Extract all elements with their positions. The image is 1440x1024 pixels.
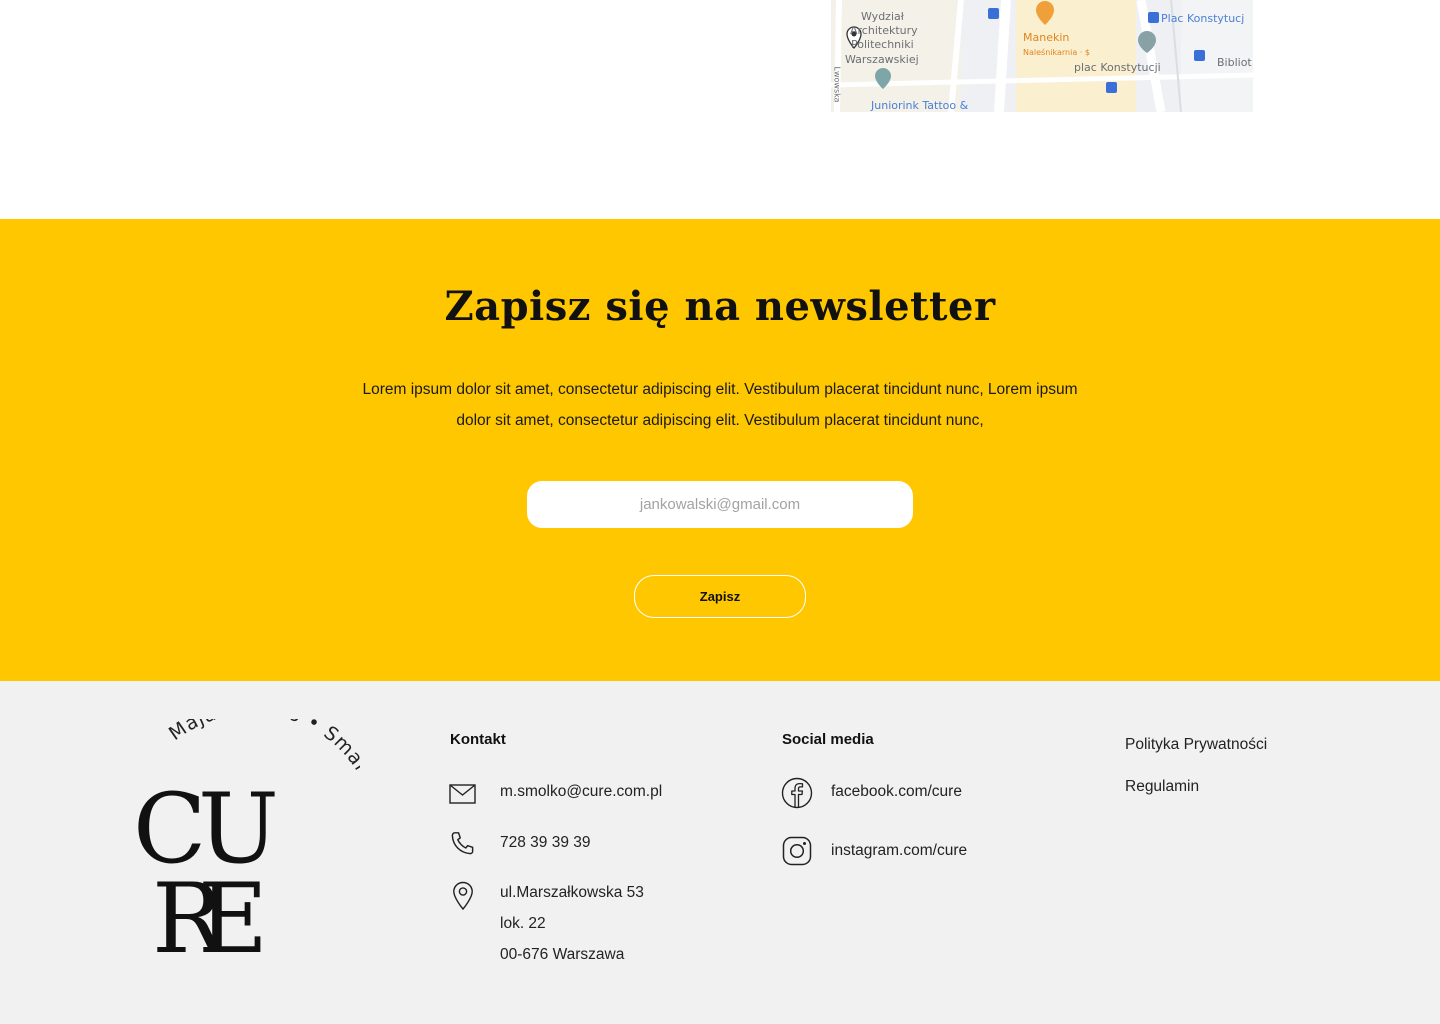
newsletter-title: Zapisz się na newsletter (444, 283, 996, 330)
phone-icon (451, 832, 474, 855)
map-label: Naleśnikarnia · $ (1023, 48, 1090, 57)
contact-address-line: ul.Marszałkowska 53 (500, 884, 644, 901)
subscribe-button[interactable]: Zapisz (634, 575, 806, 618)
contact-phone: 728 39 39 39 (500, 834, 591, 851)
contact-address-line: 00-676 Warszawa (500, 946, 625, 963)
map-label: Juniorink Tattoo & (871, 99, 969, 112)
contact-address-line: lok. 22 (500, 915, 546, 932)
facebook-icon (781, 777, 813, 809)
mail-icon (449, 784, 476, 804)
newsletter-description: Lorem ipsum dolor sit amet, consectetur … (362, 381, 1078, 429)
contact-email-link[interactable]: m.smolko@cure.com.pl (500, 783, 662, 801)
map-label: Politechniki (851, 38, 914, 51)
instagram-icon (782, 836, 812, 866)
contact-title: Kontakt (450, 731, 506, 748)
map-label: Warszawskiej (845, 53, 919, 66)
logo-mark: Maja Smółko • Smart Aging C U R E (133, 696, 392, 975)
map-label: Architektury (850, 24, 918, 37)
privacy-policy-link[interactable]: Polityka Prywatności (1125, 736, 1267, 754)
top-section: Wydział Architektury Politechniki Warsza… (0, 0, 1440, 219)
map-label: Manekin (1023, 31, 1070, 44)
newsletter-section: Zapisz się na newsletter Lorem ipsum dol… (0, 219, 1440, 681)
map-label: Bibliot (1217, 56, 1252, 69)
map-label: Wydział (861, 10, 904, 23)
instagram-link[interactable]: instagram.com/cure (831, 842, 967, 860)
facebook-link[interactable]: facebook.com/cure (831, 783, 962, 801)
logo-letter: E (198, 863, 268, 959)
cure-logo[interactable]: Maja Smółko • Smart Aging C U R E (130, 696, 392, 975)
footer: Maja Smółko • Smart Aging C U R E Kontak… (0, 681, 1440, 1024)
social-media-title: Social media (782, 731, 874, 748)
location-pin-icon (453, 881, 473, 911)
terms-link[interactable]: Regulamin (1125, 778, 1199, 796)
map-label: Plac Konstytucj (1161, 12, 1245, 25)
map-label: Lwowska (832, 66, 842, 103)
email-field[interactable] (527, 481, 913, 528)
location-map[interactable]: Wydział Architektury Politechniki Warsza… (831, 0, 1253, 112)
map-label: plac Konstytucji (1074, 61, 1161, 74)
